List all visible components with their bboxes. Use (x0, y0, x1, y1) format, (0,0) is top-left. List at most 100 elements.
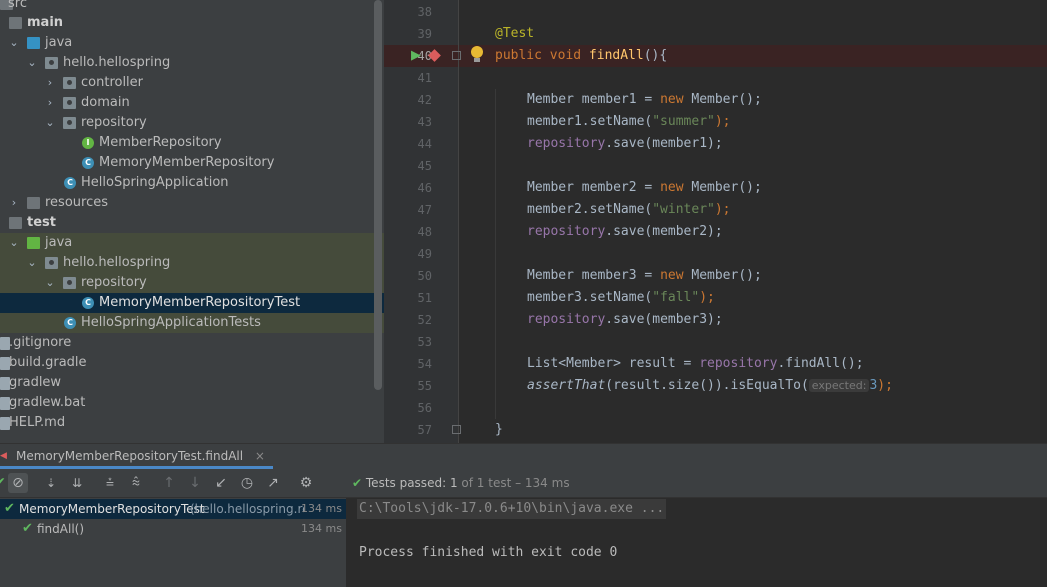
chevron-down-icon[interactable]: ⌄ (26, 253, 38, 273)
chevron-down-icon[interactable]: ⌄ (44, 273, 56, 293)
line-number: 47 (417, 203, 432, 217)
run-tool-window-header: ◀ MemoryMemberRepositoryTest.findAll × (0, 443, 1047, 469)
tree-item-help-md[interactable]: HELP.md (0, 413, 384, 433)
tree-item-memory-member-repository-test[interactable]: C MemoryMemberRepositoryTest (0, 293, 384, 313)
code-line-55: assertThat(result.size()).isEqualTo(expe… (527, 378, 893, 393)
folder-icon (9, 217, 22, 229)
test-result-row[interactable]: ✔ MemoryMemberRepositoryTest (hello.hell… (0, 499, 346, 519)
code-line-57: } (495, 422, 503, 437)
check-icon: ✔ (22, 521, 33, 536)
package-icon (63, 77, 76, 89)
line-number: 51 (417, 291, 432, 305)
class-icon: C (82, 157, 94, 169)
code-line-46: Member member2 = new Member(); (527, 180, 762, 195)
import-tests-icon[interactable]: ↙ (211, 473, 231, 493)
fold-icon[interactable] (452, 425, 461, 434)
line-number: 54 (417, 357, 432, 371)
tree-item-test-package[interactable]: ⌄ hello.hellospring (0, 253, 384, 273)
folder-icon (27, 237, 40, 249)
tree-item-java[interactable]: ⌄ java (0, 33, 384, 53)
line-number: 50 (417, 269, 432, 283)
folder-icon (27, 37, 40, 49)
check-icon: ✔ (352, 476, 363, 490)
code-line-52: repository.save(member3); (527, 312, 723, 327)
package-icon (45, 57, 58, 69)
tree-item-resources[interactable]: › resources (0, 193, 384, 213)
line-number: 41 (417, 71, 432, 85)
tree-item-src[interactable]: src (0, 0, 384, 14)
code-line-39: @Test (495, 26, 535, 41)
console-command-line: C:\Tools\jdk-17.0.6+10\bin\java.exe ... (357, 499, 667, 519)
export-results-icon[interactable]: ↗ (263, 473, 283, 493)
code-line-48: repository.save(member2); (527, 224, 723, 239)
run-tab[interactable]: ◀ MemoryMemberRepositoryTest.findAll × (0, 444, 273, 469)
expand-all-icon[interactable]: ⩮ (100, 473, 120, 493)
folder-icon (9, 17, 22, 29)
sort-alphabetically-icon[interactable]: ⇣ (41, 473, 61, 493)
show-ignored-icon[interactable]: ⊘ (8, 473, 28, 493)
parameter-hint: expected: (808, 379, 870, 392)
console-output[interactable]: C:\Tools\jdk-17.0.6+10\bin\java.exe ... … (347, 498, 1047, 587)
tree-item-member-repository[interactable]: I MemberRepository (0, 133, 384, 153)
interface-icon: I (82, 137, 94, 149)
line-number: 55 (417, 379, 432, 393)
previous-failed-icon[interactable]: ↑ (159, 473, 179, 493)
line-number: 48 (417, 225, 432, 239)
fold-icon[interactable] (452, 51, 461, 60)
tree-item-hello-spring-application-tests[interactable]: C HelloSpringApplicationTests (0, 313, 384, 333)
tree-item-gradlew-bat[interactable]: gradlew.bat (0, 393, 384, 413)
tree-item-domain[interactable]: › domain (0, 93, 384, 113)
tree-item-test-repository[interactable]: ⌄ repository (0, 273, 384, 293)
code-line-54: List<Member> result = repository.findAll… (527, 356, 864, 371)
tree-item-repository[interactable]: ⌄ repository (0, 113, 384, 133)
tree-item-hello-spring-application[interactable]: C HelloSpringApplication (0, 173, 384, 193)
line-number: 44 (417, 137, 432, 151)
chevron-down-icon[interactable]: ⌄ (8, 33, 20, 53)
line-number: 57 (417, 423, 432, 437)
chevron-right-icon[interactable]: › (44, 93, 56, 113)
tree-item-memory-member-repository[interactable]: C MemoryMemberRepository (0, 153, 384, 173)
tree-item-gitignore[interactable]: .gitignore (0, 333, 384, 353)
lightbulb-icon[interactable] (471, 46, 483, 58)
chevron-down-icon[interactable]: ⌄ (44, 113, 56, 133)
spring-class-icon: C (64, 177, 76, 189)
collapse-all-icon[interactable]: ⩯ (126, 473, 146, 493)
tree-item-package[interactable]: ⌄ hello.hellospring (0, 53, 384, 73)
test-history-icon[interactable]: ◷ (237, 473, 257, 493)
gutter-divider (458, 0, 459, 443)
line-number: 42 (417, 93, 432, 107)
run-config-icon: ◀ (0, 451, 7, 461)
code-line-51: member3.setName("fall"); (527, 290, 715, 305)
tree-item-controller[interactable]: › controller (0, 73, 384, 93)
sort-by-duration-icon[interactable]: ⇊ (67, 473, 87, 493)
test-results-tree: ✔ MemoryMemberRepositoryTest (hello.hell… (0, 498, 346, 587)
chevron-down-icon[interactable]: ⌄ (26, 53, 38, 73)
tests-status: ✔ Tests passed: 1 of 1 test – 134 ms (352, 476, 570, 490)
test-class-icon: C (64, 317, 76, 329)
tree-scrollbar[interactable] (374, 0, 382, 390)
next-failed-icon[interactable]: ↓ (185, 473, 205, 493)
line-number: 46 (417, 181, 432, 195)
chevron-right-icon[interactable]: › (44, 73, 56, 93)
lightbulb-base (474, 58, 480, 62)
chevron-right-icon[interactable]: › (8, 193, 20, 213)
tree-item-gradlew[interactable]: gradlew (0, 373, 384, 393)
tree-item-test[interactable]: test (0, 213, 384, 233)
run-test-icon[interactable]: ▶ (411, 49, 425, 63)
line-number: 45 (417, 159, 432, 173)
chevron-down-icon[interactable]: ⌄ (8, 233, 20, 253)
settings-gear-icon[interactable]: ⚙ (296, 473, 316, 493)
tree-item-test-java[interactable]: ⌄ java (0, 233, 384, 253)
folder-icon (27, 197, 40, 209)
line-number: 49 (417, 247, 432, 261)
code-line-44: repository.save(member1); (527, 136, 723, 151)
package-icon (63, 97, 76, 109)
close-tab-icon[interactable]: × (255, 449, 265, 463)
test-class-icon: C (82, 297, 94, 309)
project-tree: src main ⌄ java ⌄ hello.hellospring › co… (0, 0, 384, 443)
test-result-row[interactable]: ✔ findAll() 134 ms (0, 519, 346, 539)
line-number: 53 (417, 335, 432, 349)
tree-item-main[interactable]: main (0, 13, 384, 33)
tree-item-build-gradle[interactable]: build.gradle (0, 353, 384, 373)
code-line-42: Member member1 = new Member(); (527, 92, 762, 107)
